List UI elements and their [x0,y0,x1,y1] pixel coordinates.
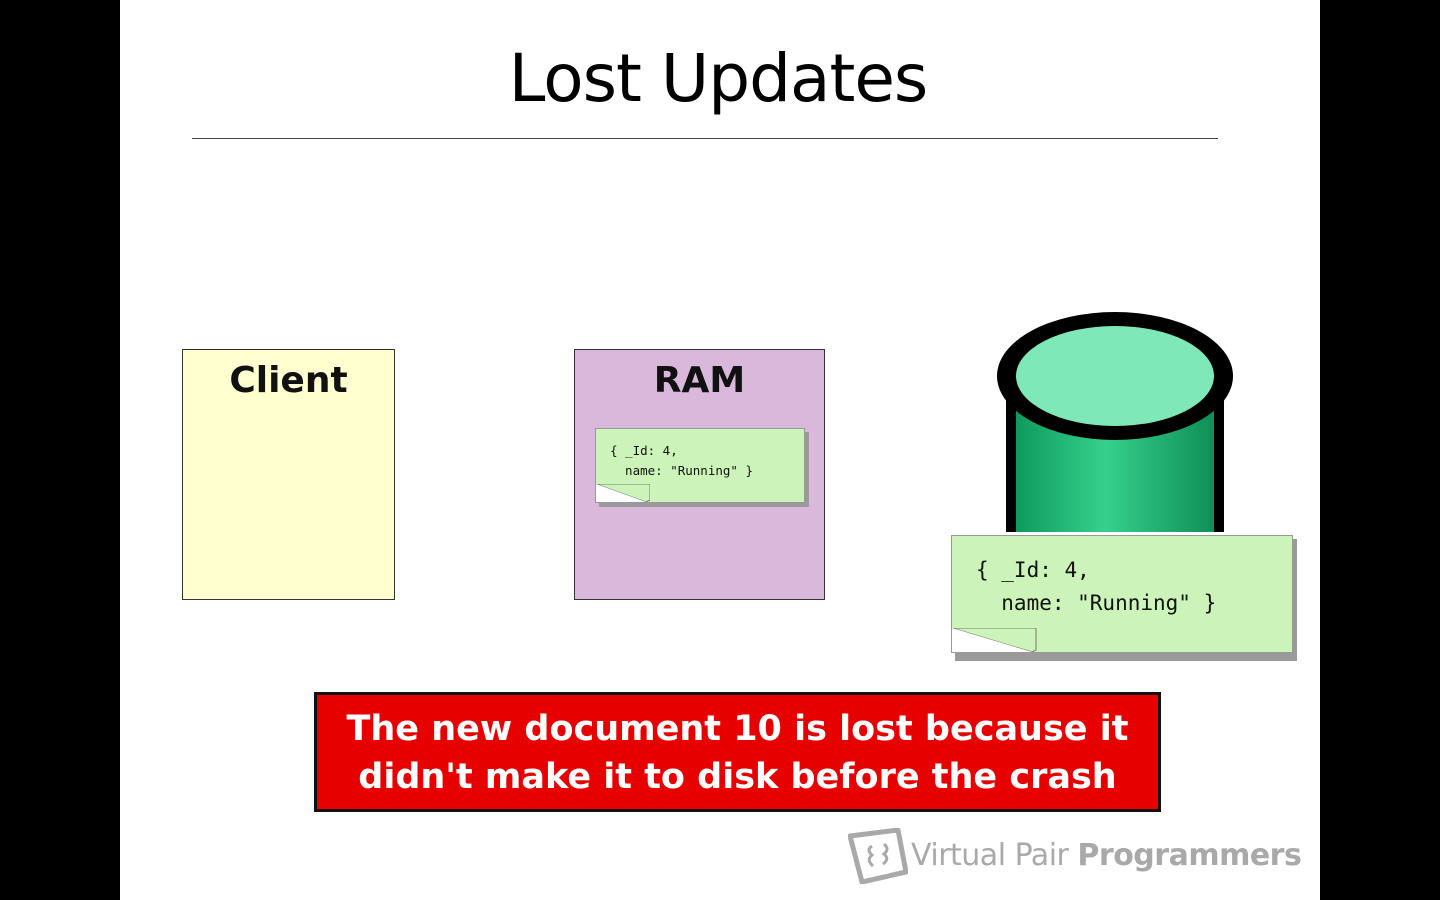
callout-line-1: The new document 10 is lost because it [346,709,1129,749]
title-divider [192,138,1218,139]
slide: Lost Updates Client RAM { _Id: 4, name: … [120,0,1320,900]
logo-word-programmers: Programmers [1077,838,1302,873]
callout-line-2: didn't make it to disk before the crash [358,757,1117,797]
ram-note-fold-icon [596,484,650,502]
ram-document-line-2: name: "Running" } [610,463,753,478]
logo-text: Virtual Pair Programmers [911,838,1302,873]
speech-bubble-logo-icon [848,828,908,884]
ram-document-line-1: { _Id: 4, [610,443,678,458]
lost-update-callout: The new document 10 is lost because it d… [314,692,1161,812]
ram-document-text: { _Id: 4, name: "Running" } [610,441,753,481]
client-label: Client [229,360,348,401]
logo-word-virtual-pair: Virtual Pair [911,838,1078,873]
disk-document-line-1: { _Id: 4, [976,558,1090,582]
slide-title: Lost Updates [508,40,929,117]
virtual-pair-programmers-logo: Virtual Pair Programmers [848,828,1302,884]
callout-text: The new document 10 is lost because it d… [317,705,1158,801]
disk-document-note: { _Id: 4, name: "Running" } [951,535,1293,653]
disk-note-fold-icon [952,628,1037,652]
ram-document-note: { _Id: 4, name: "Running" } [595,428,805,503]
disk-document-line-2: name: "Running" } [976,591,1217,615]
client-box: Client [182,349,395,600]
disk-document-text: { _Id: 4, name: "Running" } [976,554,1216,620]
ram-label: RAM [653,360,746,401]
database-cylinder-icon [997,312,1233,532]
